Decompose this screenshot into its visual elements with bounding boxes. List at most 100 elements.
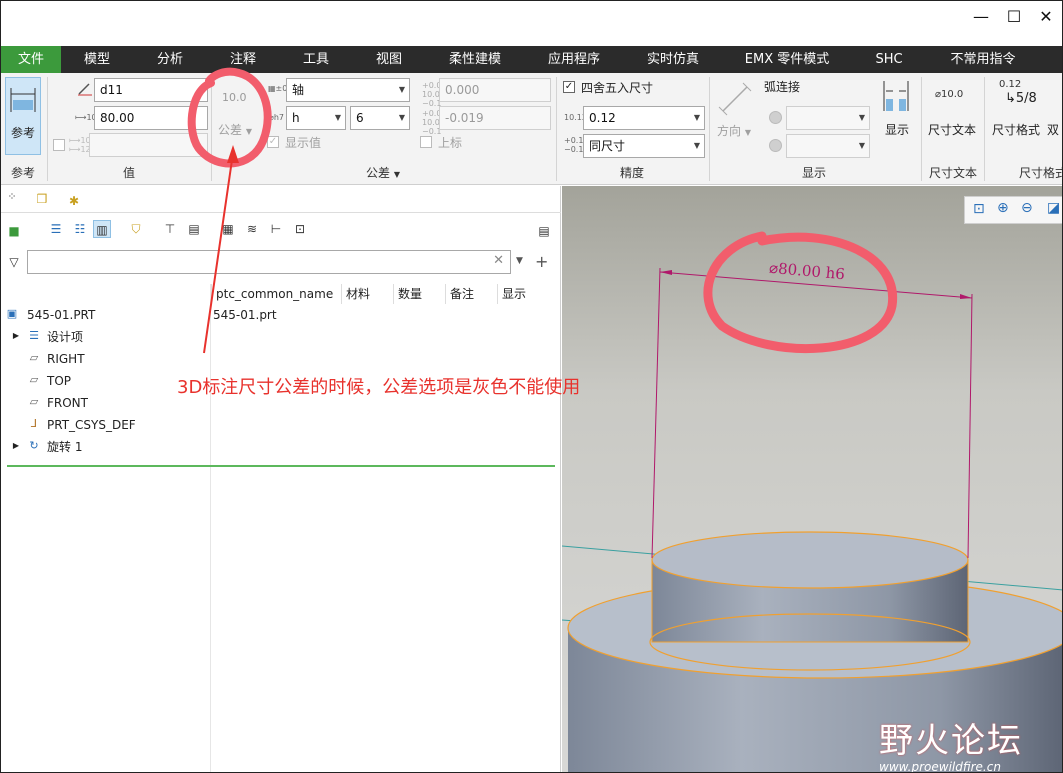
favorites-tab-icon[interactable]: ✱ [65,192,83,210]
column-header-material[interactable]: 材料 [341,284,393,304]
fit-grade-select[interactable]: 6 ▼ [350,106,410,130]
reference-group-label: 参考 [10,166,35,180]
tree-columns-icon[interactable]: ▥ [93,220,111,238]
tree-item-label: TOP [47,374,72,388]
minimize-button[interactable]: — [970,7,992,27]
menu-shc[interactable]: SHC [863,46,915,73]
tree-root-row[interactable]: ▣ 545-01.PRT 545-01.prt [1,304,561,326]
dual-dimension-button[interactable]: 双 [1047,121,1059,138]
title-bar: — ☐ ✕ [1,1,1062,35]
ribbon: 参考 参考 d11 ⟼10⟻ 80.00 ⟼10⟻ ⟼12⟻ 值 10.0 公差 … [1,73,1062,185]
tolerance-precision-select[interactable]: 同尺寸 ▼ [583,134,705,158]
menu-file[interactable]: 文件 [1,46,61,73]
hierarchy-icon[interactable]: ⊢ [267,220,285,238]
value-override-checkbox[interactable] [53,139,65,151]
reference-icon [10,88,36,112]
close-button[interactable]: ✕ [1035,7,1057,27]
tree-item-top[interactable]: ▱ TOP [1,370,201,392]
display-filter-icon[interactable]: ⊤ [161,220,179,238]
insert-indicator[interactable] [7,465,555,467]
menu-uncommon[interactable]: 不常用指令 [937,46,1029,73]
tree-settings-icon[interactable]: ☷ [71,220,89,238]
round-dimension-label: 四舍五入尺寸 [581,81,654,95]
search-input[interactable]: ✕ [27,250,511,274]
direction-icon [718,82,752,116]
model-tree-tab-icon[interactable]: ⁘ [3,188,21,206]
tree-item-revolve[interactable]: ▶ ↻ 旋转 1 [1,436,201,458]
dimension-format-button[interactable]: 尺寸格式 [992,121,1040,138]
round-dimension-checkbox[interactable]: ✓ [563,81,575,93]
tree-filter-icon[interactable]: ☰ [47,220,65,238]
document-icon[interactable]: ▤ [535,222,553,240]
arc-option-2-select[interactable]: ▼ [786,134,870,158]
menu-realtime-simulation[interactable]: 实时仿真 [635,46,711,73]
tree-item-design-items[interactable]: ▶ ☰ 设计项 [1,326,201,348]
menu-model[interactable]: 模型 [71,46,123,73]
tolerance-type-select[interactable]: 轴 ▼ [286,78,410,102]
datum-plane-icon: ▱ [29,373,39,386]
divider [1,212,561,213]
override-value-field[interactable] [89,133,208,157]
column-header-display[interactable]: 显示 [497,284,553,304]
dimension-name-field[interactable]: d11 [94,78,208,102]
folder-browser-tab-icon[interactable]: ❒ [33,190,51,208]
revolve-icon: ↻ [29,439,39,452]
superscript-checkbox[interactable] [420,136,432,148]
tree-item-front[interactable]: ▱ FRONT [1,392,201,414]
upper-tolerance-field[interactable]: 0.000 [439,78,551,102]
filter-icon: ▽ [9,255,19,269]
details-icon[interactable]: ▦ [219,220,237,238]
part-icon[interactable]: ■ [5,222,23,240]
show-button[interactable]: 显示 [885,121,909,138]
tree-item-csys[interactable]: ⅃ PRT_CSYS_DEF [1,414,201,436]
tree-item-label: 设计项 [47,330,84,344]
column-header-notes[interactable]: 备注 [445,284,497,304]
maximize-button[interactable]: ☐ [1003,7,1025,27]
arc-option-1-radio[interactable] [769,111,782,124]
column-header-quantity[interactable]: 数量 [393,284,445,304]
reference-button[interactable]: 参考 [5,77,41,155]
tolerance-group-label[interactable]: 公差 ▼ [211,164,555,180]
arc-option-2-radio[interactable] [769,139,782,152]
stack-icon[interactable]: ≋ [243,220,261,238]
menu-applications[interactable]: 应用程序 [536,46,612,73]
tolerance-label: 公差 ▼ [218,123,252,137]
tree-item-right[interactable]: ▱ RIGHT [1,348,201,370]
direction-button[interactable]: 方向 ▼ [717,122,751,139]
menu-tools[interactable]: 工具 [290,46,342,73]
arc-option-1-select[interactable]: ▼ [786,106,870,130]
datum-plane-icon: ▱ [29,395,39,408]
display-group-label: 显示 [801,166,826,180]
menu-view[interactable]: 视图 [363,46,415,73]
nominal-value-field[interactable]: 80.00 [94,106,208,130]
part-file-icon: ▣ [6,307,18,320]
filter-dropdown-icon[interactable]: ▼ [516,256,523,266]
show-icon [883,81,909,111]
column-header-common-name[interactable]: ptc_common_name [211,284,341,304]
add-filter-icon[interactable]: + [535,252,548,271]
datum-plane-icon: ▱ [29,351,39,364]
layer-icon[interactable]: ▤ [185,220,203,238]
tree-root-name: 545-01.PRT [27,308,96,322]
fit-letter-select[interactable]: h ▼ [286,106,346,130]
menu-flexible-modeling[interactable]: 柔性建模 [439,46,511,73]
component-icon[interactable]: ⊡ [291,220,309,238]
show-value-checkbox[interactable]: ✓ [267,136,279,148]
clear-icon[interactable]: ✕ [493,253,504,268]
tree-item-label: RIGHT [47,352,85,366]
annotation-text: 3D标注尺寸公差的时候，公差选项是灰色不能使用 [177,377,581,398]
dimension-text-button[interactable]: 尺寸文本 [928,121,976,138]
bookmark-icon[interactable]: ⛉ [127,220,145,238]
menu-emx[interactable]: EMX 零件模式 [734,46,840,73]
precision-select[interactable]: 0.12 ▼ [583,106,705,130]
expand-icon[interactable]: ▶ [9,329,23,343]
watermark-brand: 野火论坛 [879,721,1023,761]
dimension-format-icon: 0.12 [999,79,1022,90]
lower-tolerance-field[interactable]: -0.019 [439,106,551,130]
menu-analysis[interactable]: 分析 [144,46,196,73]
graphics-viewport[interactable]: ⊡ ⊕ ⊖ ◪ ⌀80.00 h6 [562,186,1062,772]
menu-annotate[interactable]: 注释 [217,46,269,73]
expand-icon[interactable]: ▶ [9,439,23,453]
tolerance-button[interactable]: 10.0 公差 ▼ [214,83,256,143]
separator [984,77,985,181]
